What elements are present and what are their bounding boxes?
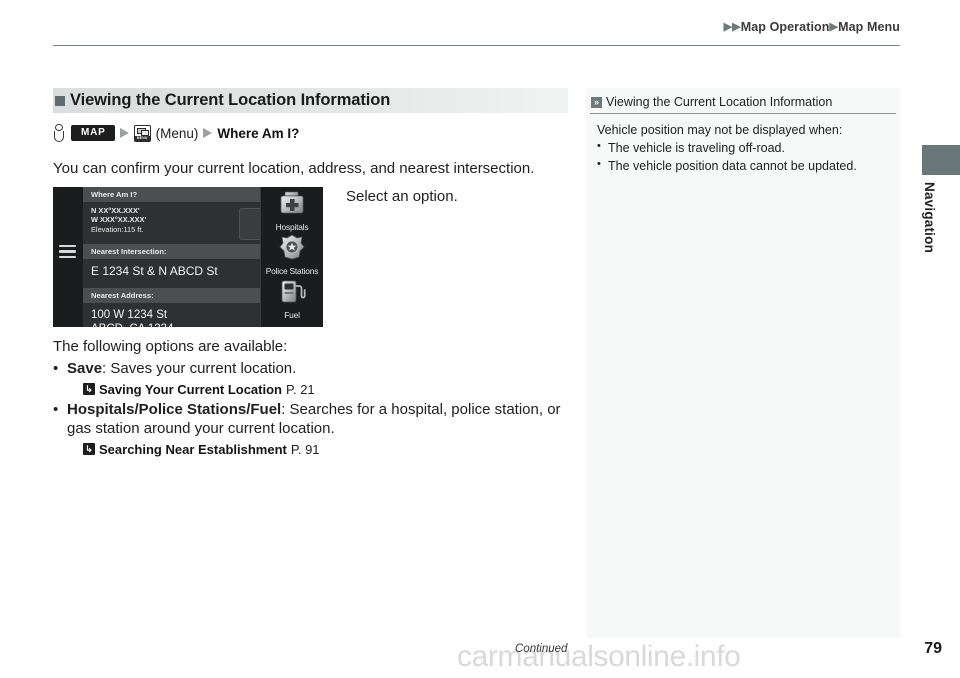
section-heading-text: Viewing the Current Location Information <box>70 91 391 109</box>
breadcrumb-item-map-menu: Map Menu <box>838 20 900 34</box>
square-marker-icon <box>55 95 65 106</box>
address-line-2: ABCD, CA 1234 <box>91 322 285 327</box>
options-lead: The following options are available: <box>53 337 288 355</box>
option-item-hospitals-police-fuel: • Hospitals/Police Stations/Fuel: Search… <box>53 400 568 439</box>
option-text: Save: Saves your current location. <box>67 359 568 379</box>
option-desc: : Saves your current location. <box>102 360 297 377</box>
nearest-intersection-label: Nearest Intersection: <box>83 243 285 259</box>
nearest-intersection-value: E 1234 St & N ABCD St <box>91 263 218 278</box>
nearest-address-value: 100 W 1234 St ABCD, CA 1234 <box>83 303 285 327</box>
cross-reference-icon: ↳ <box>83 383 95 395</box>
option-item-save: • Save: Saves your current location. <box>53 359 568 379</box>
section-tab-label: Navigation <box>922 182 937 254</box>
option-term: Save <box>67 360 103 377</box>
sidebar-lead: Vehicle position may not be displayed wh… <box>597 123 843 137</box>
cross-reference-title: Searching Near Establishment <box>99 441 287 457</box>
shortcut-hospitals[interactable]: Hospitals <box>276 190 309 232</box>
sidebar-list-item: • The vehicle is traveling off-road. <box>597 139 892 157</box>
menu-icon-label: MENU <box>134 135 150 141</box>
cross-reference-page: P. 21 <box>285 381 315 397</box>
shortcut-hospitals-label: Hospitals <box>275 221 309 232</box>
watermark: carmanualsonline.info <box>457 640 741 673</box>
fuel-pump-icon <box>281 280 306 303</box>
section-tab-marker <box>922 145 960 175</box>
screenshot-caption: Select an option. <box>346 187 458 205</box>
sidebar-heading-text: Viewing the Current Location Information <box>606 95 833 109</box>
screenshot-row: Where Am I? N XX°XX.XXX' W XXX°XX.XXX' E… <box>53 186 568 327</box>
option-bullet-icon: • <box>53 360 59 377</box>
path-destination: Where Am I? <box>217 125 300 141</box>
sidebar-marker-icon: » <box>591 96 602 108</box>
path-arrow-1-icon <box>119 128 129 138</box>
running-header: ▶▶Map Operation▶Map Menu <box>53 18 900 46</box>
cross-reference-saving-your-current-location[interactable]: ↳ Saving Your Current Location P. 21 <box>83 382 568 397</box>
cross-reference-title: Saving Your Current Location <box>99 381 282 397</box>
section-heading: Viewing the Current Location Information <box>53 88 568 113</box>
address-line-1: 100 W 1234 St <box>91 308 168 321</box>
sidebar-heading: » Viewing the Current Location Informati… <box>586 88 900 113</box>
sidebar-note-panel: » Viewing the Current Location Informati… <box>586 88 900 638</box>
sidebar-list-item-text: The vehicle position data cannot be upda… <box>608 159 857 174</box>
continued-label: Continued <box>515 643 568 655</box>
path-arrow-2-icon <box>203 128 213 138</box>
shortcut-police-stations[interactable]: Police Stations <box>266 234 318 276</box>
page-number: 79 <box>924 640 942 657</box>
main-content-column: Viewing the Current Location Information… <box>53 88 568 460</box>
cross-reference-searching-near-establishment[interactable]: ↳ Searching Near Establishment P. 91 <box>83 442 568 457</box>
finger-press-icon <box>53 123 66 143</box>
sidebar-body: Vehicle position may not be displayed wh… <box>586 114 900 175</box>
shortcut-fuel[interactable]: Fuel <box>277 278 307 320</box>
police-badge-icon <box>279 234 305 260</box>
hamburger-icon[interactable] <box>59 244 76 258</box>
shortcut-police-stations-label: Police Stations <box>265 265 319 276</box>
nav-screen-title: Where Am I? <box>83 186 285 202</box>
sidebar-list-item: • The vehicle position data cannot be up… <box>597 157 892 175</box>
intro-paragraph: You can confirm your current location, a… <box>53 160 535 177</box>
cross-reference-icon: ↳ <box>83 443 95 455</box>
breadcrumb-arrow-2-icon: ▶ <box>732 21 741 33</box>
breadcrumb-arrow-1-icon: ▶ <box>723 21 733 33</box>
menu-button-icon[interactable]: MENU <box>133 124 151 142</box>
sidebar-bullet-icon: • <box>597 158 601 171</box>
breadcrumb: ▶▶Map Operation▶Map Menu <box>724 20 900 34</box>
option-bullet-icon: • <box>53 400 59 418</box>
option-term: Hospitals/Police Stations/Fuel <box>67 400 282 418</box>
shortcut-fuel-label: Fuel <box>284 309 300 320</box>
command-path: MAP MENU (Menu) Where Am I? <box>53 122 568 144</box>
hospital-bag-icon <box>280 191 304 214</box>
navigation-screenshot: Where Am I? N XX°XX.XXX' W XXX°XX.XXX' E… <box>53 186 323 327</box>
map-button[interactable]: MAP <box>71 125 115 141</box>
nearest-address-label: Nearest Address: <box>83 287 285 303</box>
cross-reference-page: P. 91 <box>290 441 320 457</box>
header-divider <box>53 45 900 46</box>
menu-label: (Menu) <box>155 125 199 141</box>
sidebar-list-item-text: The vehicle is traveling off-road. <box>608 141 785 156</box>
option-text: Hospitals/Police Stations/Fuel: Searches… <box>67 400 568 439</box>
breadcrumb-arrow-3-icon: ▶ <box>829 21 839 33</box>
breadcrumb-item-map-operation: Map Operation <box>740 20 830 34</box>
options-block: The following options are available: • S… <box>53 337 568 457</box>
sidebar-bullet-icon: • <box>597 140 601 153</box>
nav-screen-shortcut-panel: Hospitals Police Stations Fuel <box>260 186 323 327</box>
